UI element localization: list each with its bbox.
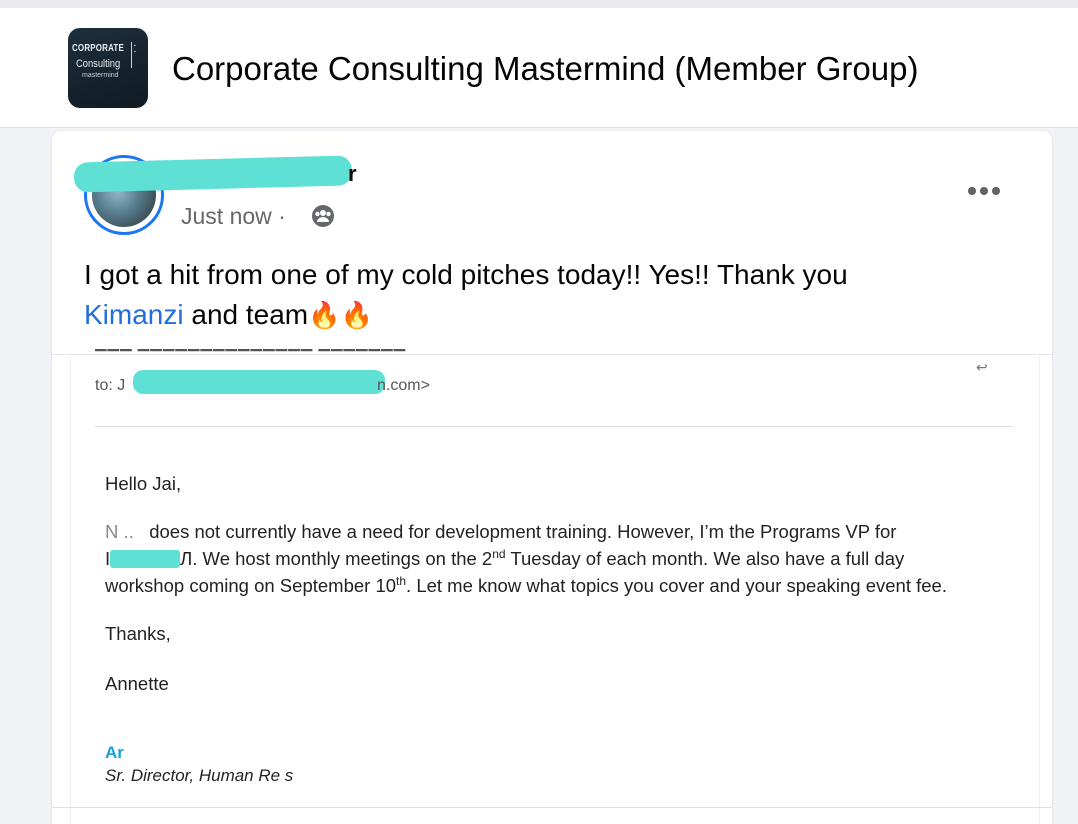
- email-to-tail: n.com>: [377, 377, 430, 394]
- email-line-1-rest: does not currently have a need for devel…: [149, 521, 897, 542]
- email-content: ▔▔▔ ▔▔▔▔▔▔▔▔▔▔▔▔▔▔ ▔▔▔▔▔▔▔ ↩ to: J n.com…: [70, 350, 1040, 824]
- logo-divider: [131, 42, 132, 68]
- email-line-2-redaction: [110, 550, 181, 568]
- email-line-2: I Л. We host monthly meetings on the 2nd …: [105, 548, 904, 570]
- email-line-3: workshop coming on September 10th. Let m…: [105, 575, 947, 597]
- email-greeting: Hello Jai,: [105, 473, 182, 494]
- email-line-3-sup: th: [396, 574, 407, 588]
- email-signature-name: Ar: [105, 743, 124, 762]
- post-body: I got a hit from one of my cold pitches …: [84, 255, 984, 335]
- email-signoff: Annette: [105, 673, 169, 694]
- logo-line-3: mastermind: [82, 72, 119, 79]
- email-line-2-rest: Л. We host monthly meetings on the 2: [180, 548, 493, 569]
- logo-line-2: Consulting: [76, 58, 121, 70]
- email-signature-title: Sr. Director, Human Re s: [105, 766, 294, 785]
- post-text-part2: and team: [191, 299, 309, 330]
- more-options-icon[interactable]: [966, 185, 1002, 197]
- reply-icon: ↩: [976, 359, 988, 375]
- top-strip: [0, 0, 1078, 8]
- author-name-redaction: [73, 155, 353, 193]
- group-logo[interactable]: CORPORATE ▪ ▪ Consulting mastermind: [68, 28, 148, 108]
- email-divider: [95, 426, 1013, 427]
- fire-emoji-icon: 🔥🔥: [308, 300, 373, 330]
- email-from-line-cropped: ▔▔▔ ▔▔▔▔▔▔▔▔▔▔▔▔▔▔ ▔▔▔▔▔▔▔: [95, 350, 407, 359]
- group-header: CORPORATE ▪ ▪ Consulting mastermind Corpo…: [0, 8, 1078, 128]
- post-text-part1: I got a hit from one of my cold pitches …: [84, 259, 848, 290]
- post-card: r Just now · I got a hit from one of my …: [52, 131, 1052, 824]
- email-line-3-end: . Let me know what topics you cover and …: [406, 575, 947, 596]
- group-title[interactable]: Corporate Consulting Mastermind (Member …: [172, 50, 918, 88]
- group-audience-icon[interactable]: [311, 204, 335, 228]
- mention-link[interactable]: Kimanzi: [84, 299, 184, 330]
- logo-line-1: CORPORATE: [72, 43, 124, 54]
- attached-email-screenshot[interactable]: ▔▔▔ ▔▔▔▔▔▔▔▔▔▔▔▔▔▔ ▔▔▔▔▔▔▔ ↩ to: J n.com…: [52, 350, 1052, 824]
- email-line-3-start: workshop coming on September 10: [105, 575, 397, 596]
- email-to-label: to: J: [95, 377, 126, 394]
- card-bottom-divider: [52, 807, 1052, 808]
- email-line-2-end: Tuesday of each month. We also have a fu…: [505, 548, 905, 569]
- email-line-1-start: N ..: [105, 521, 134, 542]
- post-timestamp[interactable]: Just now ·: [181, 203, 286, 230]
- email-thanks: Thanks,: [105, 623, 171, 644]
- email-line-2-sup: nd: [492, 547, 506, 561]
- logo-mark: ▪ ▪: [134, 43, 136, 55]
- author-name-fragment[interactable]: r: [348, 161, 357, 187]
- email-to-redaction: [133, 370, 385, 394]
- email-line-1: N .. does not currently have a need for …: [105, 521, 896, 543]
